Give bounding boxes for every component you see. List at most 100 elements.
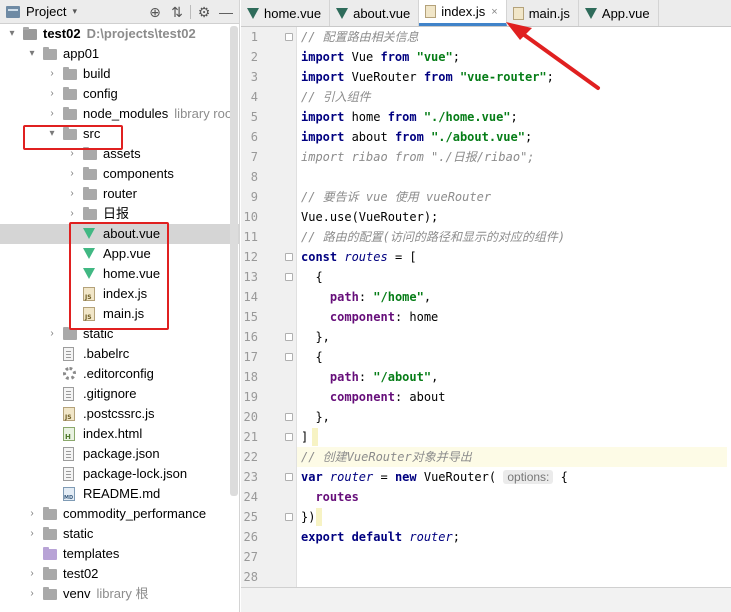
chevron-right-icon[interactable]: › bbox=[66, 164, 78, 184]
code-line[interactable]: path: "/about", bbox=[301, 367, 731, 387]
chevron-right-icon[interactable]: › bbox=[26, 564, 38, 584]
chevron-right-icon[interactable]: › bbox=[66, 184, 78, 204]
code-line[interactable]: { bbox=[301, 347, 731, 367]
fold-marker-icon[interactable] bbox=[285, 473, 293, 481]
tree-item[interactable]: › assets bbox=[0, 144, 239, 164]
tree-item[interactable]: .editorconfig bbox=[0, 364, 239, 384]
code-line[interactable]: import Vue from "vue"; bbox=[301, 47, 731, 67]
tree-item[interactable]: App.vue bbox=[0, 244, 239, 264]
code-line[interactable]: { bbox=[301, 267, 731, 287]
tree-item[interactable]: › test02 bbox=[0, 564, 239, 584]
tree-item[interactable]: index.js bbox=[0, 284, 239, 304]
chevron-right-icon[interactable]: › bbox=[26, 504, 38, 524]
chevron-right-icon[interactable]: › bbox=[46, 64, 58, 84]
tree-item[interactable]: › commodity_performance bbox=[0, 504, 239, 524]
chevron-down-icon[interactable]: ▾ bbox=[72, 6, 77, 17]
code-line[interactable] bbox=[301, 567, 731, 587]
tree-item[interactable]: main.js bbox=[0, 304, 239, 324]
tree-item[interactable]: .babelrc bbox=[0, 344, 239, 364]
chevron-down-icon[interactable]: ▾ bbox=[6, 24, 18, 44]
code-line[interactable]: component: home bbox=[301, 307, 731, 327]
tree-item[interactable]: › router bbox=[0, 184, 239, 204]
tree-item[interactable]: package-lock.json bbox=[0, 464, 239, 484]
tab-home-vue[interactable]: home.vue bbox=[241, 0, 331, 26]
tree-item[interactable]: › node_modules library roo bbox=[0, 104, 239, 124]
chevron-right-icon[interactable]: › bbox=[66, 204, 78, 224]
hide-panel-icon[interactable]: — bbox=[215, 4, 237, 20]
line-number: 10 bbox=[243, 210, 258, 224]
chevron-down-icon[interactable]: ▾ bbox=[46, 124, 58, 144]
tree-item[interactable]: › static bbox=[0, 324, 239, 344]
line-number: 11 bbox=[243, 230, 258, 244]
fold-marker-icon[interactable] bbox=[285, 273, 293, 281]
tree-item[interactable]: templates bbox=[0, 544, 239, 564]
chevron-right-icon[interactable]: › bbox=[26, 584, 38, 604]
close-icon[interactable]: × bbox=[491, 6, 497, 18]
tree-item-hint: library 根 bbox=[96, 586, 149, 601]
fold-marker-icon[interactable] bbox=[285, 433, 293, 441]
tab-main-js[interactable]: main.js bbox=[507, 0, 579, 26]
tree-item[interactable]: package.json bbox=[0, 444, 239, 464]
tree-item[interactable]: README.md bbox=[0, 484, 239, 504]
tree-item[interactable]: .postcssrc.js bbox=[0, 404, 239, 424]
fold-marker-icon[interactable] bbox=[285, 253, 293, 261]
chevron-down-icon[interactable]: ▾ bbox=[26, 44, 38, 64]
chevron-right-icon[interactable]: › bbox=[46, 84, 58, 104]
code-line[interactable]: // 要告诉 vue 使用 vueRouter bbox=[301, 187, 731, 207]
tree-item[interactable]: › 日报 bbox=[0, 204, 239, 224]
fold-marker-icon[interactable] bbox=[285, 353, 293, 361]
tree-item[interactable]: home.vue bbox=[0, 264, 239, 284]
fold-marker-icon[interactable] bbox=[285, 513, 293, 521]
chevron-right-icon[interactable]: › bbox=[26, 524, 38, 544]
code-line[interactable]: const routes = [ bbox=[301, 247, 731, 267]
code-editor[interactable]: 1 2 3 4 5 6 7 8 9 10 11 12 13 14 15 16 17 18 19 20 21 22 23 24 2… bbox=[241, 27, 731, 587]
tab-app-vue[interactable]: App.vue bbox=[579, 0, 659, 26]
code-line[interactable]: // 路由的配置(访问的路径和显示的对应的组件) bbox=[301, 227, 731, 247]
chevron-right-icon[interactable]: › bbox=[66, 144, 78, 164]
code-line[interactable] bbox=[301, 547, 731, 567]
code-line[interactable]: var router = new VueRouter( options: { bbox=[301, 467, 731, 487]
tab-about-vue[interactable]: about.vue bbox=[330, 0, 420, 26]
tree-item[interactable]: about.vue bbox=[0, 224, 239, 244]
fold-marker-icon[interactable] bbox=[285, 333, 293, 341]
collapse-all-icon[interactable]: ⇅ bbox=[166, 4, 188, 21]
tree-item-label: 日报 bbox=[103, 204, 129, 224]
code-line[interactable]: import ribao from "./日报/ribao"; bbox=[301, 147, 731, 167]
fold-marker-icon[interactable] bbox=[285, 33, 293, 41]
code-line[interactable]: import VueRouter from "vue-router"; bbox=[301, 67, 731, 87]
code-line[interactable]: import about from "./about.vue"; bbox=[301, 127, 731, 147]
code-line[interactable]: ] bbox=[301, 427, 731, 447]
code-line[interactable]: component: about bbox=[301, 387, 731, 407]
code-line[interactable]: // 引入组件 bbox=[301, 87, 731, 107]
gear-icon[interactable]: ⚙ bbox=[193, 4, 215, 21]
line-number: 16 bbox=[243, 330, 258, 344]
tree-item[interactable]: index.html bbox=[0, 424, 239, 444]
tree-item[interactable]: › config bbox=[0, 84, 239, 104]
code-token: path bbox=[329, 290, 359, 304]
code-line[interactable]: Vue.use(VueRouter); bbox=[301, 207, 731, 227]
tree-item[interactable]: › static bbox=[0, 524, 239, 544]
code-line[interactable]: // 配置路由相关信息 bbox=[301, 27, 731, 47]
fold-marker-icon[interactable] bbox=[285, 413, 293, 421]
code-line[interactable]: routes bbox=[301, 487, 731, 507]
code-line[interactable]: // 创建VueRouter对象并导出 bbox=[297, 447, 727, 467]
tree-item[interactable]: › components bbox=[0, 164, 239, 184]
code-line[interactable]: }, bbox=[301, 327, 731, 347]
tree-item[interactable]: ▾ src bbox=[0, 124, 239, 144]
locate-icon[interactable]: ⊕ bbox=[144, 4, 166, 21]
tree-item[interactable]: ▾ app01 bbox=[0, 44, 239, 64]
tree-item[interactable]: › build bbox=[0, 64, 239, 84]
code-line[interactable]: export default router; bbox=[301, 527, 731, 547]
code-line[interactable]: path: "/home", bbox=[301, 287, 731, 307]
project-panel-title[interactable]: Project bbox=[26, 4, 66, 19]
chevron-right-icon[interactable]: › bbox=[46, 104, 58, 124]
tree-item[interactable]: ▾ test02 D:\projects\test02 bbox=[0, 24, 239, 44]
tree-item[interactable]: › venv library 根 bbox=[0, 584, 239, 604]
code-line[interactable] bbox=[301, 167, 731, 187]
tree-item[interactable]: .gitignore bbox=[0, 384, 239, 404]
chevron-right-icon[interactable]: › bbox=[46, 324, 58, 344]
code-line[interactable]: import home from "./home.vue"; bbox=[301, 107, 731, 127]
code-line[interactable]: }) bbox=[301, 507, 731, 527]
tab-index-js[interactable]: index.js × bbox=[419, 0, 507, 26]
code-line[interactable]: }, bbox=[301, 407, 731, 427]
